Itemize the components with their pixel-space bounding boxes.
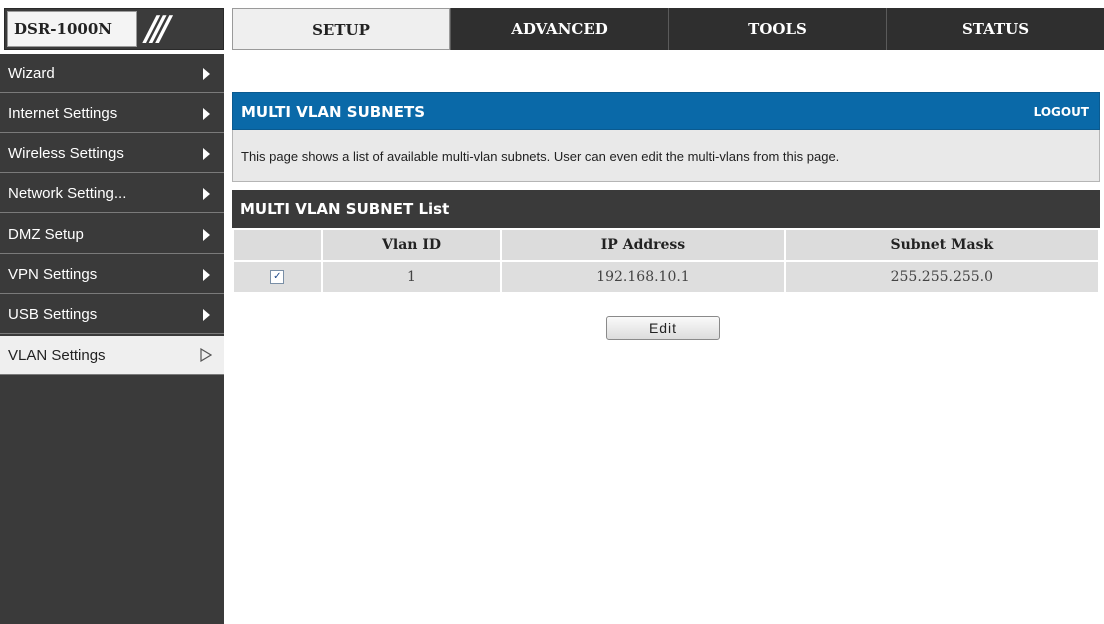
row-checkbox[interactable]: ✓	[270, 270, 285, 284]
top-header: DSR-1000N /// SETUP ADVANCED TOOLS STATU…	[0, 0, 1104, 54]
sidebar-item-label: Wizard	[8, 65, 55, 82]
vlan-id-cell: 1	[320, 260, 503, 294]
ip-address-cell: 192.168.10.1	[500, 260, 786, 294]
chevron-right-icon	[203, 269, 210, 281]
model-name: DSR-1000N	[7, 11, 137, 47]
sidebar-item-vlan-settings[interactable]: VLAN Settings	[0, 336, 224, 375]
chevron-right-icon	[203, 309, 210, 321]
brand-slashes: ///	[145, 9, 170, 49]
sidebar-item-network-setting[interactable]: Network Setting...	[0, 174, 224, 213]
column-header-ip-address: IP Address	[500, 228, 786, 262]
column-header-vlan-id: Vlan ID	[320, 228, 503, 262]
chevron-right-icon	[203, 108, 210, 120]
sidebar-item-vpn-settings[interactable]: VPN Settings	[0, 255, 224, 294]
tab-tools[interactable]: TOOLS	[668, 8, 886, 50]
chevron-right-outline-icon	[200, 348, 212, 362]
sidebar-item-label: VLAN Settings	[8, 347, 106, 364]
model-badge: DSR-1000N ///	[4, 8, 224, 50]
subnet-mask-cell: 255.255.255.0	[783, 260, 1101, 294]
chevron-right-icon	[203, 229, 210, 241]
logout-link[interactable]: LOGOUT	[1034, 93, 1089, 131]
chevron-right-icon	[203, 68, 210, 80]
sidebar-item-usb-settings[interactable]: USB Settings	[0, 295, 224, 334]
tab-advanced[interactable]: ADVANCED	[450, 8, 668, 50]
sidebar-item-label: USB Settings	[8, 306, 98, 323]
sidebar-item-dmz-setup[interactable]: DMZ Setup	[0, 215, 224, 254]
chevron-right-icon	[203, 148, 210, 160]
sidebar-item-label: Internet Settings	[8, 105, 118, 122]
tab-setup[interactable]: SETUP	[232, 8, 450, 50]
row-select-cell: ✓	[232, 260, 323, 294]
list-header: MULTI VLAN SUBNET List	[232, 190, 1100, 228]
table-header-row: Vlan ID IP Address Subnet Mask	[232, 228, 1101, 262]
sidebar: Wizard Internet Settings Wireless Settin…	[0, 54, 224, 624]
sidebar-item-wizard[interactable]: Wizard	[0, 54, 224, 93]
sidebar-item-wireless-settings[interactable]: Wireless Settings	[0, 134, 224, 173]
column-header-select	[232, 228, 323, 262]
sidebar-item-label: Network Setting...	[8, 185, 127, 202]
sidebar-item-label: DMZ Setup	[8, 226, 84, 243]
edit-button[interactable]: Edit	[606, 316, 720, 340]
chevron-right-icon	[203, 188, 210, 200]
sidebar-item-internet-settings[interactable]: Internet Settings	[0, 94, 224, 133]
subnet-table: Vlan ID IP Address Subnet Mask ✓ 1 192.1…	[232, 228, 1101, 294]
table-row[interactable]: ✓ 1 192.168.10.1 255.255.255.0	[232, 260, 1101, 294]
page-description: This page shows a list of available mult…	[232, 130, 1100, 182]
sidebar-item-label: Wireless Settings	[8, 145, 124, 162]
section-header: MULTI VLAN SUBNETS LOGOUT	[232, 92, 1100, 130]
tab-status[interactable]: STATUS	[886, 8, 1104, 50]
page-title: MULTI VLAN SUBNETS	[241, 103, 426, 121]
list-title: MULTI VLAN SUBNET List	[240, 200, 450, 218]
main-nav: SETUP ADVANCED TOOLS STATUS	[232, 8, 1104, 50]
column-header-subnet-mask: Subnet Mask	[783, 228, 1101, 262]
sidebar-item-label: VPN Settings	[8, 266, 98, 283]
